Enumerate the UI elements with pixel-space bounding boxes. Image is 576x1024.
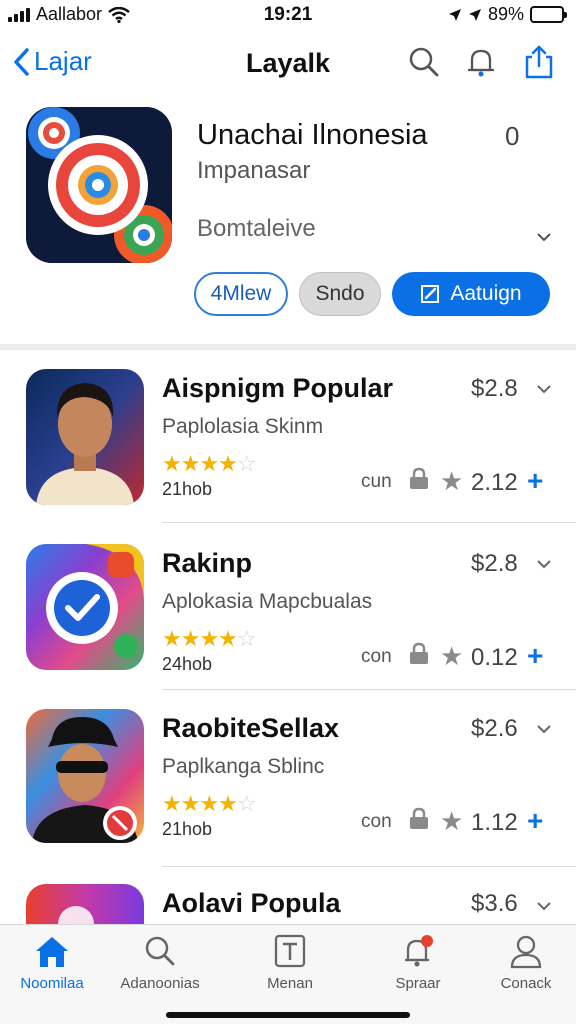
star-icon: ★ [440,806,464,836]
app-subtitle: Paplkanga Sblinc [162,755,325,778]
tab-bar: Noomilaa Adanoonias Menan Spraar Conack [0,924,576,1024]
row-divider [162,522,576,523]
bell-badge-icon [405,935,433,967]
review-count: 24hob [162,654,213,674]
share-icon[interactable] [521,44,557,80]
row-divider [162,866,576,867]
app-name: Aispnigm Popular [162,373,394,403]
featured-app-icon[interactable] [26,107,172,263]
chevron-down-icon[interactable] [536,381,552,397]
status-bar: Aallabor 19:21 89% [0,0,576,30]
app-meta: con [361,811,392,832]
search-icon [145,936,175,966]
app-name: Aolavi Popula [162,888,341,918]
lock-icon [410,642,428,664]
home-indicator[interactable] [166,1012,410,1018]
star-rating: ★★★★☆ [162,626,257,651]
featured-app-category: Bomtaleive [197,215,316,242]
tab-notifications[interactable]: Spraar [366,933,470,1003]
app-icon-checkmark [26,544,144,670]
outline-button-label: 4Mlew [210,282,272,305]
app-icon-portrait [26,369,144,505]
app-rating: 2.12 [471,469,518,496]
bell-icon[interactable] [463,44,499,80]
primary-button-label: Aatuign [450,282,522,305]
tab-label: Adanoonias [120,975,200,992]
app-rating: 1.12 [471,809,518,836]
chevron-down-icon[interactable] [536,721,552,737]
star-icon: ★ [440,466,464,496]
tab-search[interactable]: Adanoonias [108,933,212,1003]
tab-label: Noomilaa [20,975,84,992]
app-meta: cun [361,471,392,492]
review-count: 21hob [162,479,213,499]
status-right: 89% [448,4,567,25]
home-icon [36,937,68,967]
lock-icon [410,467,428,489]
grey-button[interactable]: Sndo [299,272,381,316]
star-rating: ★★★★☆ [162,451,257,476]
star-rating: ★★★★☆ [162,791,257,816]
outline-button[interactable]: 4Mlew [194,272,288,316]
row-divider [162,689,576,690]
app-price: $2.8 [471,550,518,577]
add-button[interactable]: + [527,805,543,837]
app-subtitle: Paplolasia Skinm [162,415,324,438]
featured-app-subtitle: Impanasar [197,157,311,184]
tab-label: Menan [267,975,313,992]
lock-icon [410,807,428,829]
tab-home[interactable]: Noomilaa [0,933,104,1003]
text-box-icon [274,934,306,968]
list-item[interactable]: Rakinp Aplokasia Mapcbualas ★★★★☆ 24hob … [0,544,576,694]
battery-icon [530,6,567,23]
tab-contact[interactable]: Conack [474,933,576,1003]
app-meta: con [361,646,392,667]
app-price: $3.6 [471,890,518,917]
tab-label: Conack [500,975,552,992]
chevron-down-icon[interactable] [536,898,552,914]
list-item[interactable]: RaobiteSellax Paplkanga Sblinc ★★★★☆ 21h… [0,709,576,859]
list-item[interactable]: Aispnigm Popular Paplolasia Skinm ★★★★☆ … [0,369,576,519]
search-icon[interactable] [406,44,442,80]
chevron-down-icon[interactable] [536,556,552,572]
edit-icon [421,285,440,303]
add-button[interactable]: + [527,465,543,497]
section-separator [0,344,576,350]
app-price: $2.6 [471,715,518,742]
featured-app: Unachai Ilnonesia Impanasar Bomtaleive 0… [0,105,576,340]
app-name: Rakinp [162,548,253,578]
app-icon-portrait-hat [26,709,144,843]
navigation-icon [468,8,481,21]
grey-button-label: Sndo [315,282,365,305]
app-subtitle: Aplokasia Mapcbualas [162,590,373,613]
location-arrow-icon [448,8,461,21]
app-name: RaobiteSellax [162,713,340,743]
app-price: $2.8 [471,375,518,402]
review-count: 21hob [162,819,213,839]
featured-app-name: Unachai Ilnonesia [197,119,428,151]
chevron-down-icon[interactable] [536,229,552,245]
profile-icon [510,935,542,969]
star-icon: ★ [440,641,464,671]
nav-bar: Lajar Layalk [0,40,576,88]
app-rating: 0.12 [471,644,518,671]
battery-percent: 89% [487,4,524,24]
tab-label: Spraar [395,975,441,992]
featured-count: 0 [505,121,520,151]
add-button[interactable]: + [527,640,543,672]
app-icon-partial [26,884,144,924]
list-item[interactable]: Aolavi Popula $3.6 [0,884,576,924]
tab-menu[interactable]: Menan [238,933,342,1003]
primary-button[interactable]: Aatuign [392,272,550,316]
